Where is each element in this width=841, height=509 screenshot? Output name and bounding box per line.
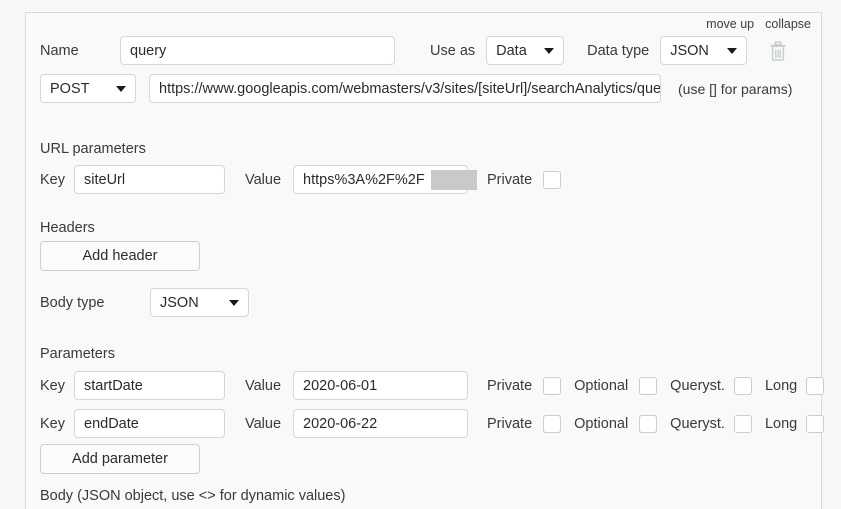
param-private-label: Private (487, 415, 533, 432)
param-private-checkbox[interactable] (543, 414, 562, 433)
url-param-private-label: Private (487, 171, 533, 188)
headers-title: Headers (40, 220, 95, 236)
param-value-input[interactable]: 2020-06-22 (293, 409, 469, 438)
data-type-value: JSON (670, 42, 709, 59)
request-url-input[interactable]: https://www.googleapis.com/webmasters/v3… (149, 74, 661, 103)
body-label: Body (JSON object, use <> for dynamic va… (40, 488, 346, 504)
param-querystring-checkbox[interactable] (733, 376, 752, 395)
param-querystring-label: Queryst. (670, 377, 725, 394)
param-key-input[interactable]: endDate (74, 409, 225, 438)
param-private-label: Private (487, 377, 533, 394)
panel-actions: move up collapse (706, 17, 811, 31)
param-long-label: Long (764, 415, 798, 432)
use-as-select[interactable]: Data (486, 36, 565, 65)
add-parameter-button[interactable]: Add parameter (40, 444, 200, 474)
param-value-input[interactable]: 2020-06-01 (293, 371, 469, 400)
use-as-label: Use as (430, 42, 476, 59)
name-row: Name query Use as Data Data type JSON (40, 36, 787, 65)
url-param-private-checkbox[interactable] (543, 170, 562, 189)
body-type-label: Body type (40, 294, 105, 311)
param-optional-checkbox[interactable] (639, 376, 658, 395)
url-params-hint: (use [] for params) (678, 80, 793, 97)
request-row: POST https://www.googleapis.com/webmaste… (40, 74, 792, 103)
param-key-label: Key (40, 377, 65, 394)
param-optional-checkbox[interactable] (639, 414, 658, 433)
url-parameters-title: URL parameters (40, 141, 146, 157)
chevron-down-icon (116, 85, 126, 92)
name-label: Name (40, 42, 79, 59)
url-param-key-label: Key (40, 171, 65, 188)
parameters-title: Parameters (40, 346, 115, 362)
param-optional-label: Optional (574, 377, 629, 394)
param-querystring-checkbox[interactable] (733, 414, 752, 433)
data-type-select[interactable]: JSON (660, 36, 748, 65)
param-key-label: Key (40, 415, 65, 432)
data-type-label: Data type (587, 42, 650, 59)
use-as-value: Data (496, 42, 527, 59)
param-private-checkbox[interactable] (543, 376, 562, 395)
url-parameter-row: Key siteUrl Value https%3A%2F%2F Private (40, 165, 562, 194)
param-optional-label: Optional (574, 415, 629, 432)
param-querystring-label: Queryst. (670, 415, 725, 432)
parameter-row: Key startDate Value 2020-06-01 Private O… (40, 371, 841, 400)
body-type-value: JSON (160, 294, 199, 311)
url-param-value-input[interactable]: https%3A%2F%2F (293, 165, 469, 194)
param-long-checkbox[interactable] (806, 414, 825, 433)
http-method-value: POST (50, 80, 90, 97)
add-header-button[interactable]: Add header (40, 241, 200, 271)
param-key-input[interactable]: startDate (74, 371, 225, 400)
move-up-link[interactable]: move up (706, 17, 754, 31)
parameter-row: Key endDate Value 2020-06-22 Private Opt… (40, 409, 841, 438)
delete-request-trash-icon[interactable] (769, 40, 787, 61)
param-value-label: Value (245, 415, 282, 432)
chevron-down-icon (727, 47, 738, 54)
request-editor-panel: move up collapse Name query Use as Data … (25, 12, 825, 509)
body-type-select[interactable]: JSON (150, 288, 249, 317)
param-long-label: Long (764, 377, 798, 394)
chevron-down-icon (544, 47, 555, 54)
url-param-value-label: Value (245, 171, 282, 188)
param-long-checkbox[interactable] (806, 376, 825, 395)
body-type-row: Body type JSON (40, 288, 249, 317)
url-param-key-input[interactable]: siteUrl (74, 165, 225, 194)
collapse-link[interactable]: collapse (765, 17, 811, 31)
chevron-down-icon (229, 299, 239, 306)
http-method-select[interactable]: POST (40, 74, 136, 103)
param-value-label: Value (245, 377, 282, 394)
name-input[interactable]: query (120, 36, 395, 65)
